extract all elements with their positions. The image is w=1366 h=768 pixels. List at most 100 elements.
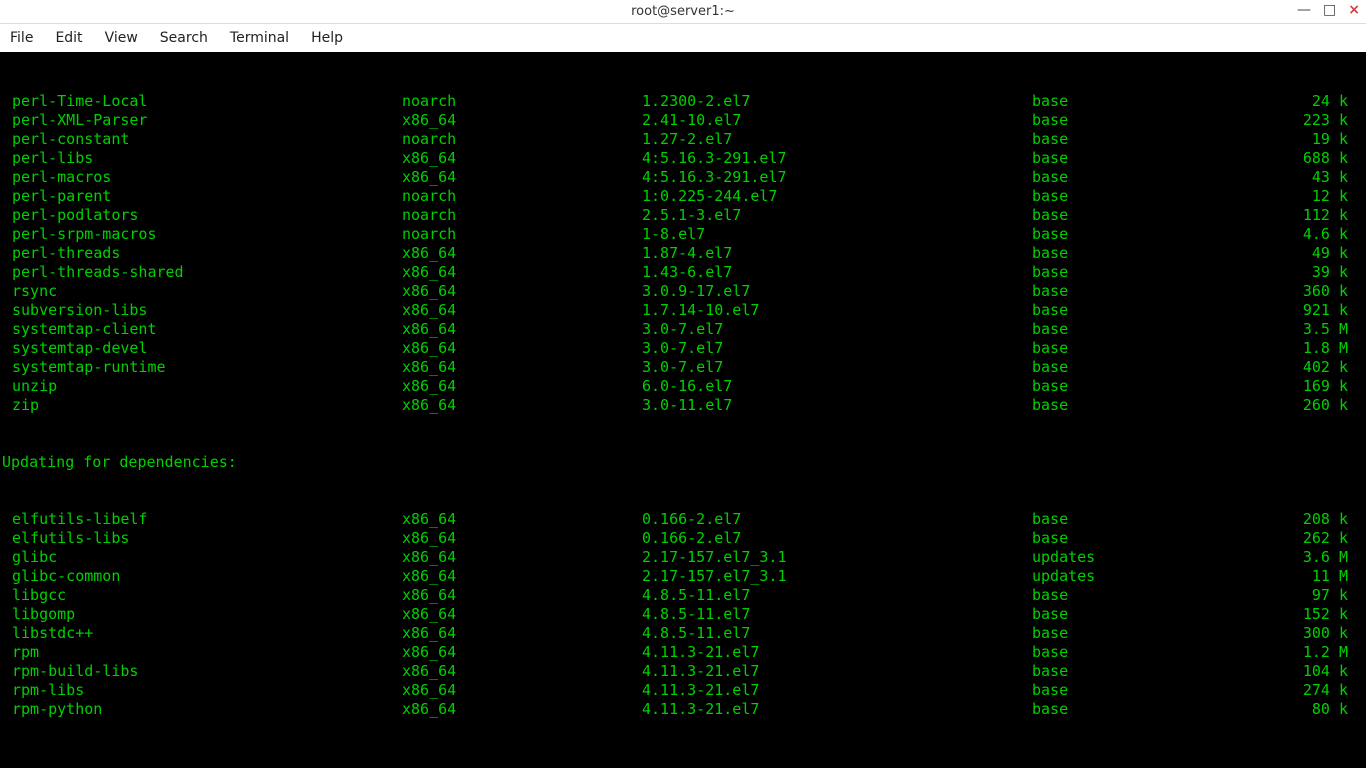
package-version: 2.17-157.el7_3.1 [642,567,1032,586]
package-version: 4.8.5-11.el7 [642,624,1032,643]
menu-search[interactable]: Search [160,30,208,46]
package-size: 152 k [1284,605,1364,624]
package-arch: noarch [402,187,642,206]
menu-file[interactable]: File [10,30,33,46]
package-repo: base [1032,662,1284,681]
package-name: rpm-libs [2,681,402,700]
window-controls: — □ × [1297,2,1360,18]
menu-edit[interactable]: Edit [55,30,82,46]
package-row: libstdc++x86_644.8.5-11.el7base300 k [2,624,1364,643]
package-name: libgomp [2,605,402,624]
package-row: unzipx86_646.0-16.el7base169 k [2,377,1364,396]
package-arch: x86_64 [402,548,642,567]
package-arch: noarch [402,130,642,149]
package-arch: x86_64 [402,301,642,320]
package-repo: base [1032,700,1284,719]
package-size: 1.2 M [1284,643,1364,662]
package-arch: x86_64 [402,510,642,529]
package-name: perl-constant [2,130,402,149]
package-name: perl-parent [2,187,402,206]
package-size: 4.6 k [1284,225,1364,244]
package-arch: x86_64 [402,605,642,624]
package-name: systemtap-client [2,320,402,339]
package-arch: x86_64 [402,643,642,662]
package-row: rsyncx86_643.0.9-17.el7base360 k [2,282,1364,301]
package-size: 274 k [1284,681,1364,700]
package-repo: updates [1032,548,1284,567]
package-version: 4.11.3-21.el7 [642,700,1032,719]
menu-view[interactable]: View [105,30,138,46]
package-repo: base [1032,396,1284,415]
package-size: 208 k [1284,510,1364,529]
package-version: 1.7.14-10.el7 [642,301,1032,320]
package-size: 921 k [1284,301,1364,320]
package-size: 12 k [1284,187,1364,206]
minimize-icon[interactable]: — [1297,2,1311,18]
package-repo: updates [1032,567,1284,586]
package-repo: base [1032,282,1284,301]
package-row: perl-Time-Localnoarch1.2300-2.el7base24 … [2,92,1364,111]
package-version: 1.87-4.el7 [642,244,1032,263]
package-size: 223 k [1284,111,1364,130]
package-name: elfutils-libs [2,529,402,548]
package-row: rpm-pythonx86_644.11.3-21.el7base80 k [2,700,1364,719]
package-name: perl-Time-Local [2,92,402,111]
package-repo: base [1032,206,1284,225]
package-size: 24 k [1284,92,1364,111]
package-name: perl-libs [2,149,402,168]
package-version: 1.43-6.el7 [642,263,1032,282]
package-size: 39 k [1284,263,1364,282]
package-name: rpm-python [2,700,402,719]
package-size: 360 k [1284,282,1364,301]
package-repo: base [1032,605,1284,624]
package-repo: base [1032,225,1284,244]
package-row: glibc-commonx86_642.17-157.el7_3.1update… [2,567,1364,586]
package-name: zip [2,396,402,415]
package-row: subversion-libsx86_641.7.14-10.el7base92… [2,301,1364,320]
package-name: perl-macros [2,168,402,187]
package-arch: x86_64 [402,624,642,643]
package-name: elfutils-libelf [2,510,402,529]
package-name: perl-threads-shared [2,263,402,282]
package-size: 260 k [1284,396,1364,415]
package-arch: x86_64 [402,168,642,187]
package-version: 1-8.el7 [642,225,1032,244]
terminal-viewport[interactable]: perl-Time-Localnoarch1.2300-2.el7base24 … [0,52,1366,768]
package-size: 1.8 M [1284,339,1364,358]
close-icon[interactable]: × [1348,2,1360,18]
package-repo: base [1032,301,1284,320]
package-version: 3.0-7.el7 [642,358,1032,377]
package-repo: base [1032,168,1284,187]
package-size: 80 k [1284,700,1364,719]
package-arch: noarch [402,92,642,111]
maximize-icon[interactable]: □ [1323,2,1336,18]
package-row: rpm-libsx86_644.11.3-21.el7base274 k [2,681,1364,700]
package-row: perl-constantnoarch1.27-2.el7base19 k [2,130,1364,149]
package-repo: base [1032,339,1284,358]
package-arch: x86_64 [402,320,642,339]
package-size: 688 k [1284,149,1364,168]
package-version: 1.2300-2.el7 [642,92,1032,111]
package-name: rsync [2,282,402,301]
package-version: 2.41-10.el7 [642,111,1032,130]
package-repo: base [1032,529,1284,548]
package-row: perl-parentnoarch1:0.225-244.el7base12 k [2,187,1364,206]
package-size: 3.5 M [1284,320,1364,339]
package-version: 4:5.16.3-291.el7 [642,168,1032,187]
window-titlebar: root@server1:~ — □ × [0,0,1366,24]
package-row: systemtap-runtimex86_643.0-7.el7base402 … [2,358,1364,377]
package-repo: base [1032,187,1284,206]
package-version: 3.0-11.el7 [642,396,1032,415]
package-arch: x86_64 [402,263,642,282]
package-repo: base [1032,244,1284,263]
menu-terminal[interactable]: Terminal [230,30,289,46]
package-name: glibc [2,548,402,567]
package-version: 4.11.3-21.el7 [642,662,1032,681]
package-repo: base [1032,377,1284,396]
package-version: 4.11.3-21.el7 [642,681,1032,700]
package-name: perl-podlators [2,206,402,225]
package-version: 3.0.9-17.el7 [642,282,1032,301]
menu-help[interactable]: Help [311,30,343,46]
package-row: perl-macrosx86_644:5.16.3-291.el7base43 … [2,168,1364,187]
package-version: 3.0-7.el7 [642,320,1032,339]
